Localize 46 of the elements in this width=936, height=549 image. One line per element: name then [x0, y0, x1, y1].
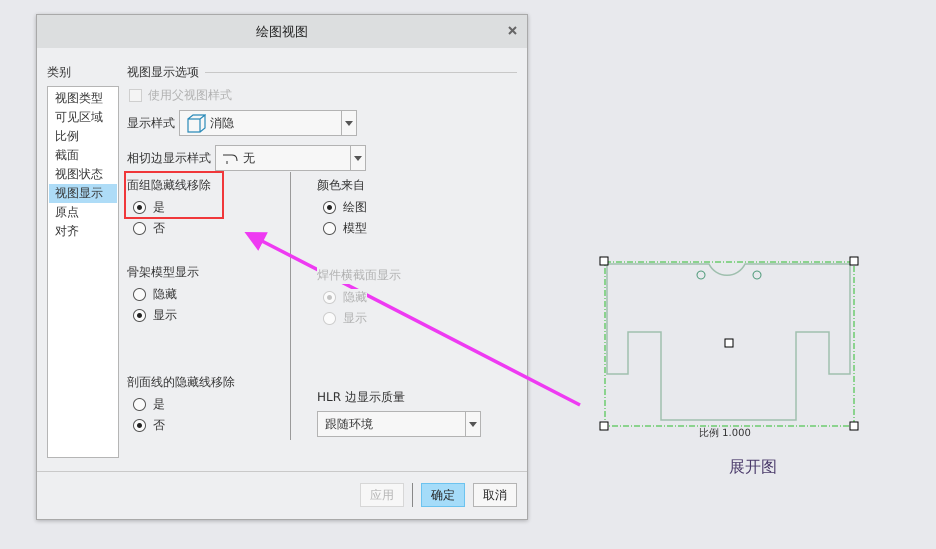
category-item[interactable]: 对齐: [49, 222, 117, 241]
radio-button[interactable]: [133, 200, 146, 214]
radio-button[interactable]: [133, 398, 146, 410]
category-item[interactable]: 截面: [49, 146, 117, 165]
close-icon[interactable]: [508, 26, 517, 35]
radio-button[interactable]: [133, 418, 146, 432]
section-title: 视图显示选项: [127, 64, 199, 80]
dropdown-arrow-icon: [354, 156, 362, 160]
dialog-button[interactable]: 取消: [473, 483, 517, 507]
category-item[interactable]: 原点: [49, 203, 117, 222]
dialog-button[interactable]: 确定: [421, 483, 465, 507]
tangent-edge-dropdown[interactable]: 无: [215, 145, 366, 171]
group-title: 骨架模型显示: [127, 264, 199, 281]
group-title: 剖面线的隐藏线移除: [127, 374, 235, 391]
radio-label: 是: [153, 396, 165, 413]
radio-label: 显示: [153, 307, 177, 324]
categories-title: 类别: [47, 64, 72, 81]
cube-icon: [187, 114, 206, 132]
hlr-quality-dropdown[interactable]: 跟随环境: [317, 411, 481, 437]
dropdown-arrow-icon: [469, 422, 477, 426]
dropdown-arrow-icon: [345, 120, 353, 126]
checkbox-label: 使用父视图样式: [148, 86, 232, 104]
radio-button[interactable]: [323, 222, 336, 234]
radio-label: 隐藏: [153, 286, 177, 303]
group-title: 颜色来自: [317, 177, 365, 194]
group-title: 面组隐藏线移除: [127, 177, 211, 194]
group-title: 焊件横截面显示: [317, 267, 401, 284]
radio-label: 隐藏: [343, 289, 367, 306]
category-item[interactable]: 视图类型: [49, 89, 117, 108]
radio-label: 是: [153, 199, 165, 216]
radio-button[interactable]: [323, 200, 336, 214]
display-style-dropdown[interactable]: 消隐: [179, 110, 357, 136]
category-item[interactable]: 视图状态: [49, 165, 117, 184]
field-label: 显示样式: [127, 114, 175, 132]
scale-label: 比例 1.000: [699, 426, 751, 440]
radio-button[interactable]: [133, 222, 146, 234]
window-title: 绘图视图: [256, 24, 308, 40]
radio-label: 显示: [343, 310, 367, 327]
radio-button[interactable]: [133, 308, 146, 322]
field-label: HLR 边显示质量: [317, 389, 406, 406]
category-item[interactable]: 可见区域: [49, 108, 117, 127]
radio-button[interactable]: [133, 288, 146, 300]
category-item[interactable]: 视图显示: [49, 184, 117, 203]
category-item[interactable]: 比例: [49, 127, 117, 146]
field-label: 相切边显示样式: [127, 150, 211, 166]
drawing-caption: 展开图: [729, 457, 777, 478]
